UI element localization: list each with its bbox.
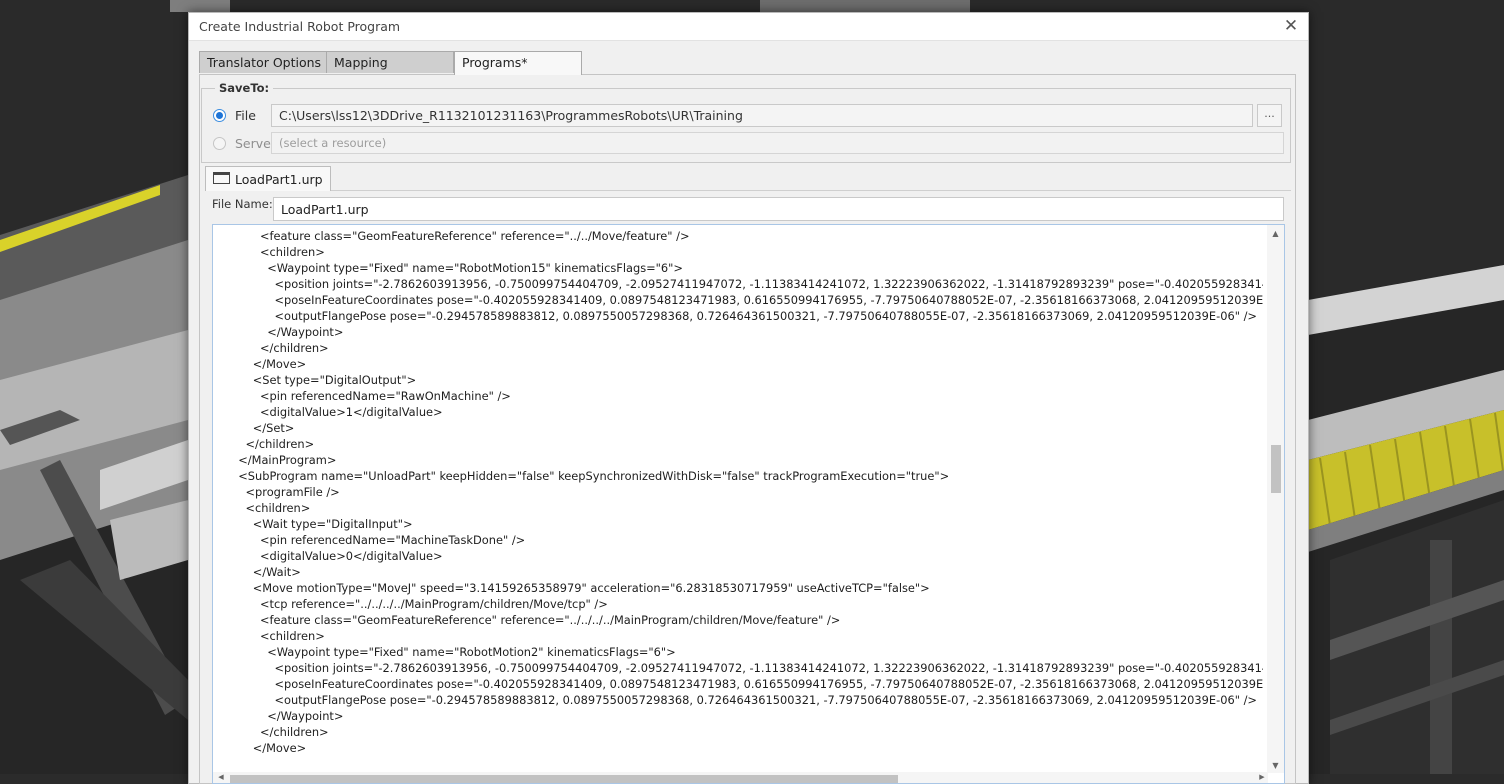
code-line: </Wait> bbox=[231, 565, 301, 579]
code-line: <poseInFeatureCoordinates pose="-0.40205… bbox=[231, 293, 1263, 307]
code-line: <SubProgram name="UnloadPart" keepHidden… bbox=[231, 469, 950, 483]
vertical-scroll-thumb[interactable] bbox=[1271, 445, 1281, 493]
tab-translator-options[interactable]: Translator Options bbox=[199, 51, 327, 73]
code-line: <Wait type="DigitalInput"> bbox=[231, 517, 413, 531]
code-line: <poseInFeatureCoordinates pose="-0.40205… bbox=[231, 677, 1263, 691]
code-line: </Move> bbox=[231, 357, 307, 371]
file-name-label: File Name: bbox=[212, 197, 273, 211]
code-line: <children> bbox=[231, 629, 325, 643]
close-button[interactable]: ✕ bbox=[1280, 16, 1302, 38]
code-line: </MainProgram> bbox=[231, 453, 337, 467]
code-line: </children> bbox=[231, 725, 329, 739]
code-line: <Waypoint type="Fixed" name="RobotMotion… bbox=[231, 645, 676, 659]
code-line: <outputFlangePose pose="-0.2945785898838… bbox=[231, 693, 1257, 707]
code-line: <feature class="GeomFeatureReference" re… bbox=[231, 613, 841, 627]
code-line: <Waypoint type="Fixed" name="RobotMotion… bbox=[231, 261, 683, 275]
server-radio-button bbox=[213, 137, 226, 150]
create-robot-program-dialog: Create Industrial Robot Program ✕ Transl… bbox=[188, 12, 1309, 784]
tab-mapping[interactable]: Mapping bbox=[326, 51, 454, 73]
code-line: <pin referencedName="RawOnMachine" /> bbox=[231, 389, 511, 403]
dialog-title: Create Industrial Robot Program bbox=[199, 19, 401, 34]
save-to-label: SaveTo: bbox=[215, 81, 274, 95]
code-line: <position joints="-2.7862603913956, -0.7… bbox=[274, 661, 1263, 675]
code-line: </Waypoint> bbox=[231, 709, 344, 723]
server-radio-label: Server bbox=[235, 136, 276, 151]
code-line: <outputFlangePose pose="-0.2945785898838… bbox=[231, 309, 1257, 323]
file-tab-loadpart1[interactable]: LoadPart1.urp bbox=[205, 166, 331, 191]
file-tab-divider bbox=[205, 190, 1291, 191]
code-line: <Move motionType="MoveJ" speed="3.141592… bbox=[231, 581, 930, 595]
code-line: </Move> bbox=[231, 741, 307, 755]
file-name-input[interactable]: LoadPart1.urp bbox=[273, 197, 1284, 221]
code-line: <digitalValue>0</digitalValue> bbox=[231, 549, 443, 563]
code-text[interactable]: <feature class="GeomFeatureReference" re… bbox=[213, 225, 1263, 775]
code-line: <tcp reference="../../../../MainProgram/… bbox=[231, 597, 608, 611]
code-line: <children> bbox=[231, 501, 311, 515]
code-line: <pin referencedName="MachineTaskDone" /> bbox=[231, 533, 526, 547]
code-line: </children> bbox=[231, 341, 329, 355]
code-line: <children> bbox=[231, 245, 325, 259]
code-line: <Set type="DigitalOutput"> bbox=[231, 373, 417, 387]
server-resource-field: (select a resource) bbox=[271, 132, 1284, 154]
dialog-titlebar: Create Industrial Robot Program ✕ bbox=[189, 13, 1308, 41]
file-tab-label: LoadPart1.urp bbox=[235, 172, 323, 187]
code-line: </Set> bbox=[231, 421, 295, 435]
code-line: <digitalValue>1</digitalValue> bbox=[231, 405, 443, 419]
code-line: <feature class="GeomFeatureReference" re… bbox=[231, 229, 690, 243]
vertical-scrollbar[interactable]: ▲ ▼ bbox=[1267, 225, 1284, 773]
scroll-down-icon[interactable]: ▼ bbox=[1267, 759, 1284, 773]
window-icon bbox=[213, 172, 230, 184]
file-radio-button[interactable] bbox=[213, 109, 226, 122]
file-path-field[interactable]: C:\Users\lss12\3DDrive_R1132101231163\Pr… bbox=[271, 104, 1253, 127]
code-line: </Waypoint> bbox=[231, 325, 344, 339]
code-line: <position joints="-2.7862603913956, -0.7… bbox=[274, 277, 1263, 291]
tab-programs[interactable]: Programs* bbox=[454, 51, 582, 75]
code-line: <programFile /> bbox=[231, 485, 340, 499]
browse-button[interactable]: ... bbox=[1257, 104, 1282, 127]
file-radio-label: File bbox=[235, 108, 256, 123]
scroll-up-icon[interactable]: ▲ bbox=[1267, 227, 1284, 241]
program-code-editor[interactable]: <feature class="GeomFeatureReference" re… bbox=[212, 224, 1285, 784]
horizontal-scroll-thumb[interactable] bbox=[230, 775, 898, 783]
code-line: </children> bbox=[231, 437, 315, 451]
